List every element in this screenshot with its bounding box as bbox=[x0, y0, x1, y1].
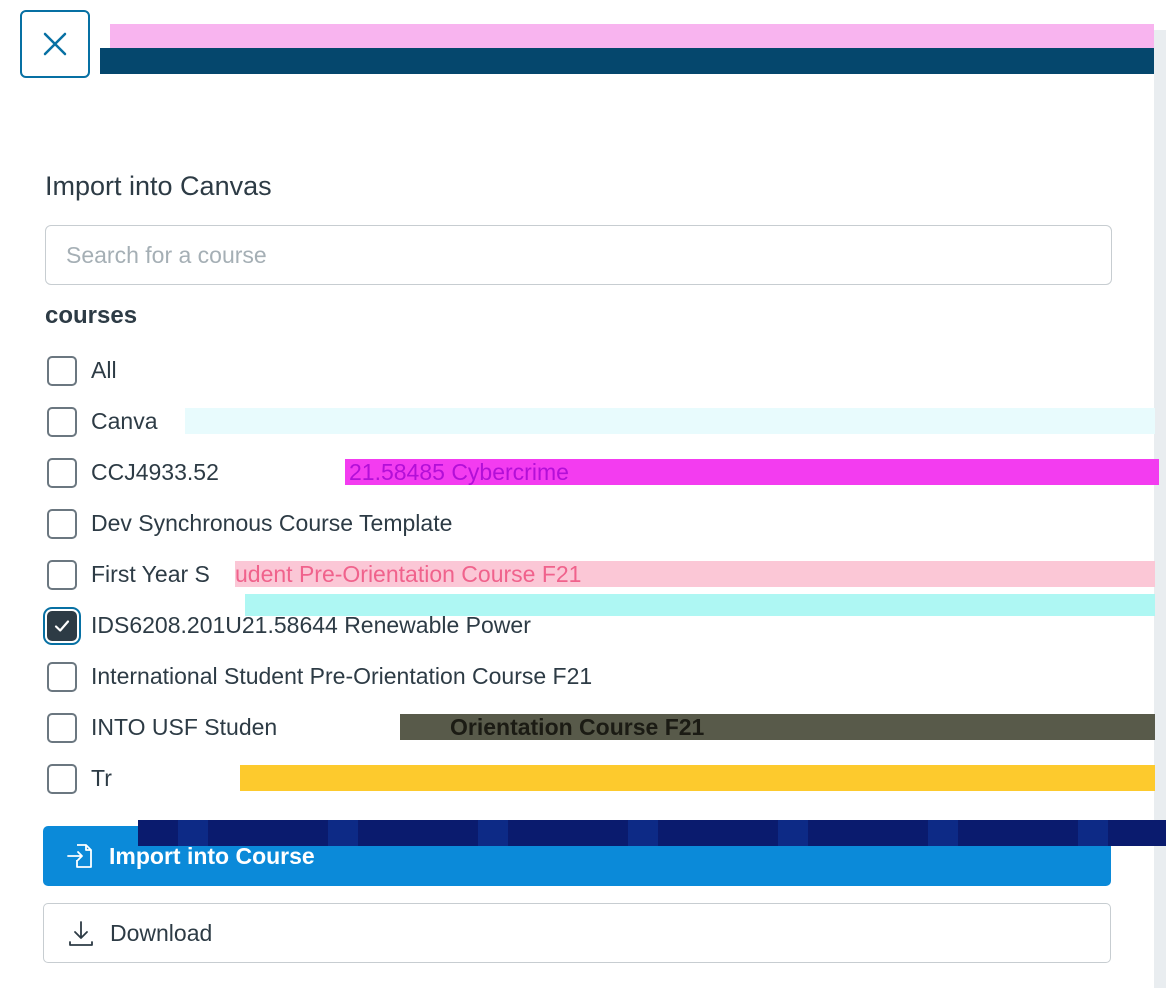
text-overlay bbox=[185, 408, 1155, 434]
course-option-first-year[interactable]: First Year S udent Pre-Orientation Cours… bbox=[45, 549, 1155, 600]
course-option-ccj4933[interactable]: CCJ4933.52 21.58485 Cybercrime bbox=[45, 447, 1159, 498]
course-option-canvas[interactable]: Canva bbox=[45, 396, 1155, 447]
course-label: Tr bbox=[91, 765, 112, 791]
checkbox[interactable] bbox=[47, 712, 77, 743]
import-file-icon bbox=[67, 844, 92, 868]
import-dialog: Import into Canvas courses All Canva CCJ… bbox=[0, 0, 1166, 1005]
course-label-suffix: udent Pre-Orientation Course F21 bbox=[235, 561, 582, 587]
course-list: All Canva CCJ4933.52 21.58485 Cybercrime… bbox=[45, 345, 1159, 804]
course-option-international[interactable]: International Student Pre-Orientation Co… bbox=[45, 651, 1155, 702]
course-label-suffix: 21.58485 Cybercrime bbox=[349, 459, 569, 485]
download-icon bbox=[69, 921, 93, 946]
course-label: INTO USF Studen bbox=[91, 714, 278, 740]
text-overlay: udent Pre-Orientation Course F21 bbox=[235, 561, 1155, 587]
courses-group-label: courses bbox=[45, 302, 138, 329]
course-label: First Year S bbox=[91, 561, 210, 587]
checkbox[interactable] bbox=[47, 508, 77, 539]
course-label: CCJ4933.52 bbox=[91, 459, 219, 485]
checkbox[interactable] bbox=[47, 406, 77, 437]
download-button-label: Download bbox=[110, 919, 213, 946]
import-button-label: Import into Course bbox=[109, 842, 315, 869]
course-option-into-usf[interactable]: INTO USF Studen Orientation Course F21 bbox=[45, 702, 1155, 753]
course-label: IDS6208.201U21.58644 Renewable Power bbox=[91, 612, 531, 638]
close-icon bbox=[43, 32, 67, 56]
text-overlay: 21.58485 Cybercrime bbox=[345, 459, 1159, 485]
import-into-course-button[interactable]: Import into Course bbox=[43, 820, 1166, 886]
header-banner-bottom bbox=[100, 48, 1154, 74]
course-label: All bbox=[91, 357, 117, 383]
download-button[interactable]: Download bbox=[43, 903, 1111, 963]
search-input[interactable] bbox=[45, 225, 1112, 285]
checkbox[interactable] bbox=[47, 559, 77, 590]
checkbox[interactable] bbox=[47, 457, 77, 488]
text-overlay: Orientation Course F21 bbox=[400, 714, 1155, 740]
checkmark-icon bbox=[54, 619, 70, 632]
text-overlay bbox=[240, 765, 1155, 791]
checkbox-checked[interactable] bbox=[47, 610, 77, 641]
close-button[interactable] bbox=[20, 10, 90, 78]
header-banner-top bbox=[110, 24, 1154, 48]
course-option-all[interactable]: All bbox=[45, 345, 1155, 396]
text-overlay bbox=[245, 594, 1155, 616]
checkbox[interactable] bbox=[47, 355, 77, 386]
course-label: Canva bbox=[91, 408, 158, 434]
course-label-suffix: Orientation Course F21 bbox=[450, 714, 705, 740]
checkbox[interactable] bbox=[47, 661, 77, 692]
course-label: Dev Synchronous Course Template bbox=[91, 510, 453, 536]
checkbox[interactable] bbox=[47, 763, 77, 794]
header-banner bbox=[100, 22, 1154, 74]
course-label: International Student Pre-Orientation Co… bbox=[91, 663, 593, 689]
course-option-ids6208[interactable]: IDS6208.201U21.58644 Renewable Power bbox=[45, 594, 1155, 651]
section-title: Import into Canvas bbox=[45, 171, 272, 201]
course-option-dev-synchronous[interactable]: Dev Synchronous Course Template bbox=[45, 498, 1155, 549]
course-option-transfer[interactable]: Tr bbox=[45, 753, 1155, 804]
